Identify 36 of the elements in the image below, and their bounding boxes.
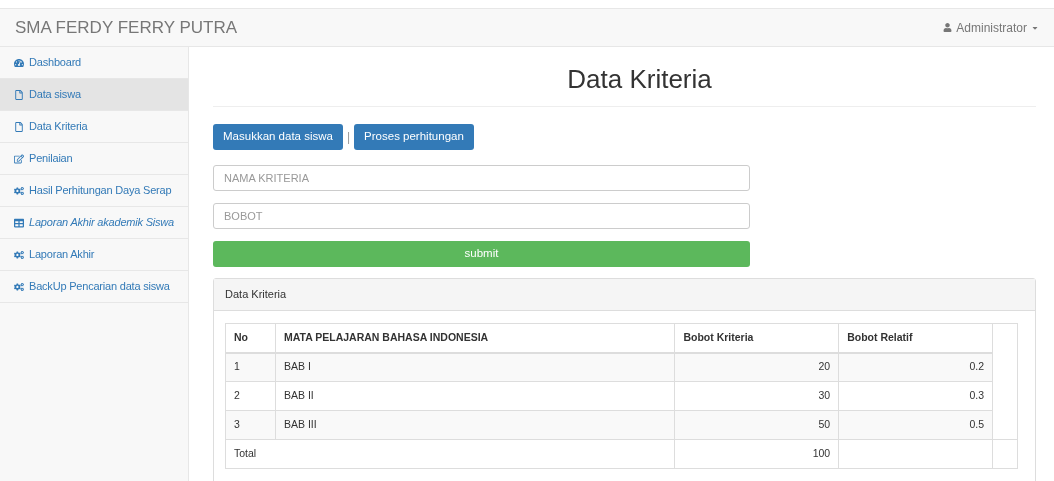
file-icon [14, 89, 24, 100]
page-title: Data Kriteria [566, 63, 712, 95]
column-header: Bobot Kriteria [674, 323, 839, 353]
user-icon [943, 23, 953, 32]
sidebar-item[interactable]: Data siswa [0, 79, 188, 111]
table-cell: BAB II [275, 381, 675, 411]
separator-text: | [346, 129, 351, 146]
table-cell: 2 [225, 381, 276, 411]
table-cell: 20 [674, 352, 839, 382]
action-button[interactable]: Proses perhitungan [354, 124, 474, 150]
brand-title[interactable]: SMA FERDY FERRY PUTRA [15, 14, 237, 41]
action-button[interactable]: Masukkan data siswa [213, 124, 343, 150]
file-icon [14, 121, 24, 132]
table-cell: 1 [225, 352, 276, 382]
submit-button[interactable]: submit [213, 241, 750, 267]
panel-title: Data Kriteria [225, 287, 287, 303]
user-menu[interactable]: Administrator [943, 18, 1039, 37]
gears-icon [14, 185, 24, 196]
gears-icon [14, 249, 24, 260]
table-cell: 3 [225, 410, 276, 440]
column-header: MATA PELAJARAN BAHASA INDONESIA [275, 323, 675, 353]
table-cell: 50 [674, 410, 839, 440]
column-header: No [225, 323, 276, 353]
table-cell: BAB I [275, 352, 675, 382]
table-cell: BAB III [275, 410, 675, 440]
table-cell: 30 [674, 381, 839, 411]
dashboard-icon [14, 57, 24, 68]
text-field[interactable]: NAMA KRITERIA [213, 165, 750, 191]
table-cell: 100 [674, 439, 839, 469]
table-cell: Total [225, 439, 675, 469]
table-cell: 0.2 [838, 352, 993, 382]
text-field[interactable]: BOBOT [213, 203, 750, 229]
column-header: Bobot Relatif [838, 323, 993, 353]
edit-icon [14, 153, 24, 164]
table-icon [14, 217, 24, 228]
gears-icon [14, 281, 24, 292]
